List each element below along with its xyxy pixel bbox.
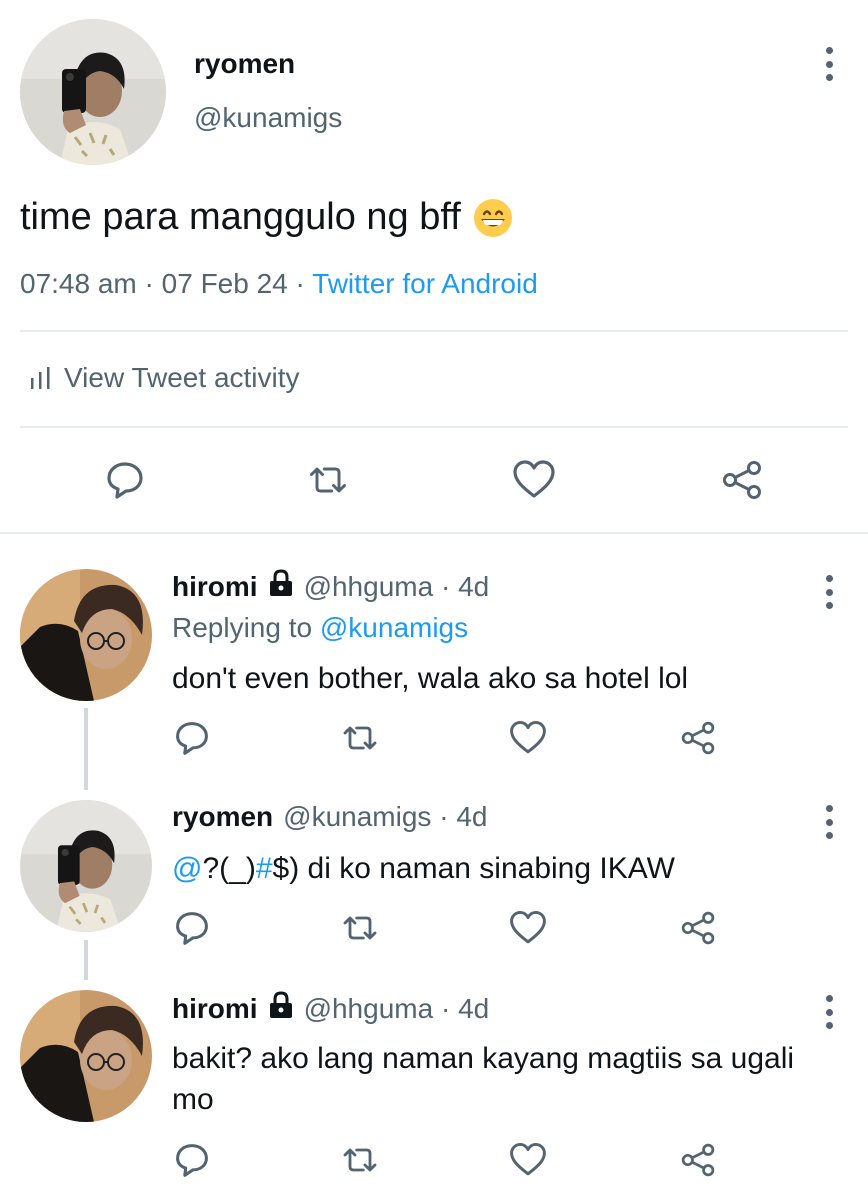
grinning-emoji-icon bbox=[473, 198, 513, 238]
share-icon[interactable] bbox=[678, 908, 718, 948]
lock-icon bbox=[268, 569, 294, 604]
avatar-ryomen[interactable] bbox=[20, 800, 152, 932]
display-name[interactable]: hiromi bbox=[172, 571, 258, 603]
user-handle: @hhguma · 4d bbox=[303, 992, 490, 1024]
reply-age: 4d bbox=[458, 570, 490, 602]
mention-link[interactable]: @ bbox=[172, 852, 202, 885]
like-heart-icon[interactable] bbox=[508, 1140, 548, 1180]
view-tweet-activity-label: View Tweet activity bbox=[64, 362, 300, 393]
reply-icon[interactable] bbox=[172, 908, 212, 948]
thread-line bbox=[84, 708, 88, 790]
section-divider bbox=[0, 532, 868, 534]
reply-text: @?(_)#$) di ko naman sinabing IKAW bbox=[172, 852, 675, 885]
avatar-ryomen[interactable] bbox=[20, 19, 166, 165]
tweet-source-link[interactable]: Twitter for Android bbox=[312, 268, 538, 299]
share-icon[interactable] bbox=[720, 458, 764, 502]
user-handle[interactable]: @kunamigs bbox=[194, 102, 342, 134]
more-options-icon[interactable] bbox=[823, 47, 835, 81]
more-options-icon[interactable] bbox=[823, 995, 835, 1029]
avatar-hiromi[interactable] bbox=[20, 990, 152, 1122]
share-icon[interactable] bbox=[678, 718, 718, 758]
reply-header: hiromi @hhguma · 4d bbox=[172, 569, 489, 604]
display-name[interactable]: ryomen bbox=[194, 48, 295, 80]
hashtag-link[interactable]: # bbox=[256, 852, 273, 885]
share-icon[interactable] bbox=[678, 1140, 718, 1180]
tweet-text: time para manggulo ng bff bbox=[20, 196, 513, 239]
reply-icon[interactable] bbox=[172, 1140, 212, 1180]
user-handle: @kunamigs · 4d bbox=[283, 801, 488, 832]
tweet-date: 07 Feb 24 bbox=[161, 268, 288, 299]
reply-text: bakit? ako lang naman kayang magtiis sa … bbox=[172, 1042, 795, 1116]
view-tweet-activity-button[interactable]: View Tweet activity bbox=[30, 362, 300, 394]
retweet-icon[interactable] bbox=[306, 458, 350, 502]
reply-age: 4d bbox=[456, 801, 488, 832]
reply-age: 4d bbox=[458, 992, 490, 1024]
user-handle: @hhguma · 4d bbox=[303, 570, 490, 602]
divider bbox=[20, 330, 848, 332]
like-heart-icon[interactable] bbox=[512, 458, 556, 502]
retweet-icon[interactable] bbox=[340, 908, 380, 948]
mention-link[interactable]: @kunamigs bbox=[320, 612, 468, 643]
display-name[interactable]: hiromi bbox=[172, 993, 258, 1025]
like-heart-icon[interactable] bbox=[508, 908, 548, 948]
tweet-meta: 07:48 am · 07 Feb 24 · Twitter for Andro… bbox=[20, 268, 538, 299]
more-options-icon[interactable] bbox=[823, 805, 835, 839]
avatar-hiromi[interactable] bbox=[20, 569, 152, 701]
reply-icon[interactable] bbox=[103, 458, 147, 502]
like-heart-icon[interactable] bbox=[508, 718, 548, 758]
tweet-text-content: time para manggulo ng bff bbox=[20, 196, 461, 238]
lock-icon bbox=[268, 991, 294, 1026]
bar-chart-icon bbox=[31, 367, 50, 389]
reply-text: don't even bother, wala ako sa hotel lol bbox=[172, 662, 689, 695]
reply-header: hiromi @hhguma · 4d bbox=[172, 991, 489, 1026]
thread-line bbox=[84, 940, 88, 980]
divider bbox=[20, 426, 848, 428]
more-options-icon[interactable] bbox=[823, 575, 835, 609]
retweet-icon[interactable] bbox=[340, 1140, 380, 1180]
display-name[interactable]: ryomen bbox=[172, 801, 273, 833]
retweet-icon[interactable] bbox=[340, 718, 380, 758]
replying-to: Replying to @kunamigs bbox=[172, 612, 469, 643]
reply-header: ryomen @kunamigs · 4d bbox=[172, 801, 487, 833]
tweet-time: 07:48 am bbox=[20, 268, 137, 299]
reply-icon[interactable] bbox=[172, 718, 212, 758]
